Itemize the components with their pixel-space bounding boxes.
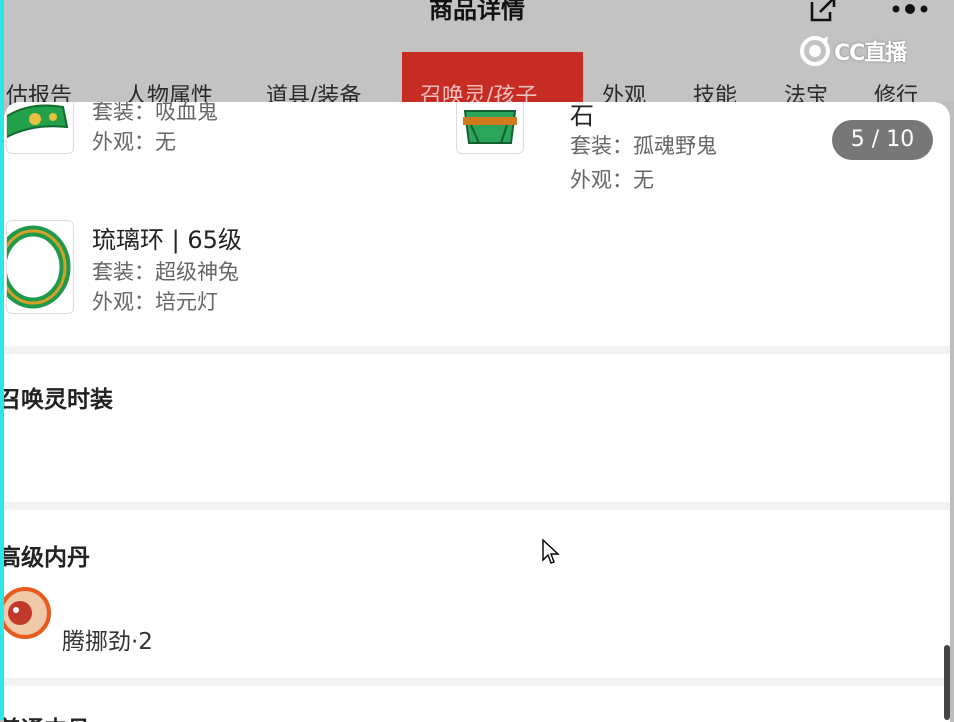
section-title-advanced-neidan: 高级内丹	[4, 545, 90, 571]
tab-summons-children[interactable]: 召唤灵/孩子	[402, 52, 583, 109]
item-look: 外观：培元灯	[92, 290, 218, 314]
screen-edge-border	[0, 0, 4, 720]
section-divider	[4, 678, 950, 686]
cc-logo-icon	[800, 36, 830, 66]
jade-ring-icon	[7, 225, 71, 309]
item-thumbnail[interactable]	[6, 102, 74, 154]
neidan-item-name[interactable]: 腾挪劲·2	[62, 622, 153, 656]
item-set: 套装：孤魂野鬼	[570, 134, 717, 158]
item-thumbnail[interactable]	[456, 102, 524, 154]
content-panel: 套装：吸血鬼 外观：无 石 套装：孤魂野鬼 外观：无 琉璃环 | 65级 套装：…	[4, 102, 950, 722]
cc-live-watermark: CC直播	[798, 33, 907, 69]
image-pager-badge: 5 / 10	[832, 120, 933, 160]
neidan-icon[interactable]	[4, 586, 52, 640]
item-name: 琉璃环 | 65级	[92, 226, 242, 254]
section-title-summon-fashion: 召唤灵时装	[4, 387, 113, 413]
item-set: 套装：超级神兔	[92, 260, 239, 284]
mouse-cursor-icon	[542, 538, 560, 564]
watermark-text: CC直播	[834, 41, 907, 66]
more-icon[interactable]	[892, 2, 928, 16]
scrollbar[interactable]	[944, 645, 950, 720]
section-divider	[4, 502, 950, 510]
jade-armor-icon	[463, 110, 517, 144]
section-title-normal-neidan: 普通内丹	[4, 710, 90, 722]
jade-belt-icon	[7, 104, 69, 139]
item-look: 外观：无	[570, 168, 654, 192]
item-set: 套装：吸血鬼	[92, 102, 218, 124]
item-name: 石	[570, 102, 594, 130]
share-icon[interactable]	[808, 0, 838, 24]
item-look: 外观：无	[92, 130, 176, 154]
item-thumbnail[interactable]	[6, 220, 74, 314]
section-divider	[4, 346, 950, 354]
